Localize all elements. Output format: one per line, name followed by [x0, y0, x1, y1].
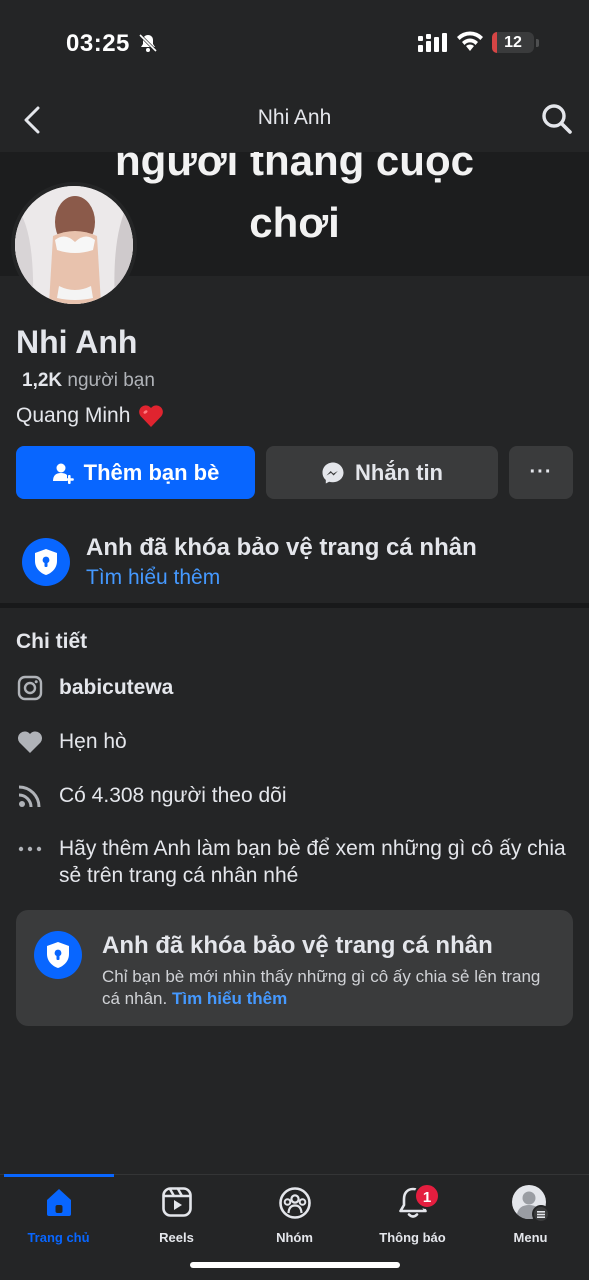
add-friend-icon	[52, 463, 74, 484]
search-button[interactable]	[540, 102, 574, 136]
home-icon	[0, 1186, 117, 1222]
more-options-button[interactable]: ···	[509, 446, 573, 499]
message-label: Nhắn tin	[355, 459, 443, 485]
tab-menu-label: Menu	[513, 1230, 548, 1245]
status-time: 03:25	[66, 30, 130, 57]
profile-bio: Quang Minh	[16, 404, 164, 428]
rss-icon	[16, 782, 44, 810]
profile-avatar[interactable]	[11, 182, 137, 308]
learn-more-link[interactable]: Tìm hiểu thêm	[86, 566, 220, 590]
more-dots-icon	[16, 835, 44, 863]
detail-followers[interactable]: Có 4.308 người theo dõi	[16, 782, 576, 810]
battery-indicator: 12	[492, 32, 534, 53]
top-header: Nhi Anh	[0, 88, 589, 152]
tab-groups[interactable]: Nhóm	[236, 1186, 353, 1250]
battery-level: 12	[504, 34, 522, 51]
dating-text: Hẹn hò	[59, 730, 127, 753]
friends-count-label: người bạn	[67, 370, 155, 391]
tab-reels[interactable]: Reels	[118, 1186, 235, 1250]
message-button[interactable]: Nhắn tin	[266, 446, 498, 499]
bio-text: Quang Minh	[16, 404, 131, 427]
active-tab-indicator	[4, 1174, 114, 1177]
heart-icon	[16, 728, 44, 756]
tab-home-label: Trang chủ	[27, 1230, 90, 1245]
instagram-icon	[16, 674, 44, 702]
groups-icon	[236, 1186, 353, 1222]
bell-icon	[354, 1186, 471, 1222]
locked-profile-card: Anh đã khóa bảo vệ trang cá nhân Chỉ bạn…	[16, 910, 573, 1026]
tab-groups-label: Nhóm	[276, 1230, 313, 1245]
reels-icon	[118, 1186, 235, 1222]
locked-profile-title: Anh đã khóa bảo vệ trang cá nhân	[86, 534, 477, 561]
locked-card-desc-text: Chỉ bạn bè mới nhìn thấy những gì cô ấy …	[102, 967, 541, 1008]
add-friend-hint-text: Hãy thêm Anh làm bạn bè để xem những gì …	[59, 837, 566, 887]
add-friend-button[interactable]: Thêm bạn bè	[16, 446, 255, 499]
locked-card-description: Chỉ bạn bè mới nhìn thấy những gì cô ấy …	[102, 966, 552, 1010]
add-friend-label: Thêm bạn bè	[83, 459, 220, 485]
detail-dating: Hẹn hò	[16, 728, 576, 756]
locked-card-title: Anh đã khóa bảo vệ trang cá nhân	[102, 932, 493, 959]
cellular-signal-icon	[418, 33, 447, 52]
status-bar: 03:25 12	[0, 0, 589, 88]
heart-emoji	[139, 405, 164, 427]
instagram-username: babicutewa	[59, 676, 174, 699]
section-divider	[0, 603, 589, 608]
locked-profile-banner: Anh đã khóa bảo vệ trang cá nhân Tìm hiể…	[0, 522, 589, 602]
shield-lock-icon	[34, 931, 82, 979]
friends-count-value: 1,2K	[22, 370, 63, 391]
detail-instagram[interactable]: babicutewa	[16, 674, 576, 702]
profile-name: Nhi Anh	[16, 324, 138, 360]
bell-off-icon	[138, 33, 158, 53]
tab-notifications[interactable]: Thông báo	[354, 1186, 471, 1250]
followers-text: Có 4.308 người theo dõi	[59, 784, 287, 807]
shield-lock-icon	[22, 538, 70, 586]
tab-reels-label: Reels	[159, 1230, 194, 1245]
tab-notifications-label: Thông báo	[379, 1230, 446, 1245]
messenger-icon	[322, 462, 344, 483]
home-indicator	[190, 1262, 400, 1268]
friends-count[interactable]: 1,2K người bạn	[22, 370, 155, 392]
details-heading: Chi tiết	[16, 630, 88, 653]
more-dots-label: ···	[529, 461, 553, 483]
locked-card-learn-more-link[interactable]: Tìm hiểu thêm	[172, 989, 287, 1008]
battery-tip	[536, 39, 539, 47]
detail-add-friend-hint: Hãy thêm Anh làm bạn bè để xem những gì …	[16, 835, 576, 889]
tab-menu[interactable]: Menu	[472, 1185, 589, 1250]
notification-badge: 1	[414, 1183, 440, 1209]
menu-avatar-icon	[472, 1185, 589, 1223]
avatar-photo	[15, 186, 133, 304]
tab-home[interactable]: Trang chủ	[0, 1186, 117, 1250]
wifi-icon	[457, 31, 483, 51]
page-title: Nhi Anh	[257, 106, 332, 129]
search-icon	[542, 104, 572, 134]
